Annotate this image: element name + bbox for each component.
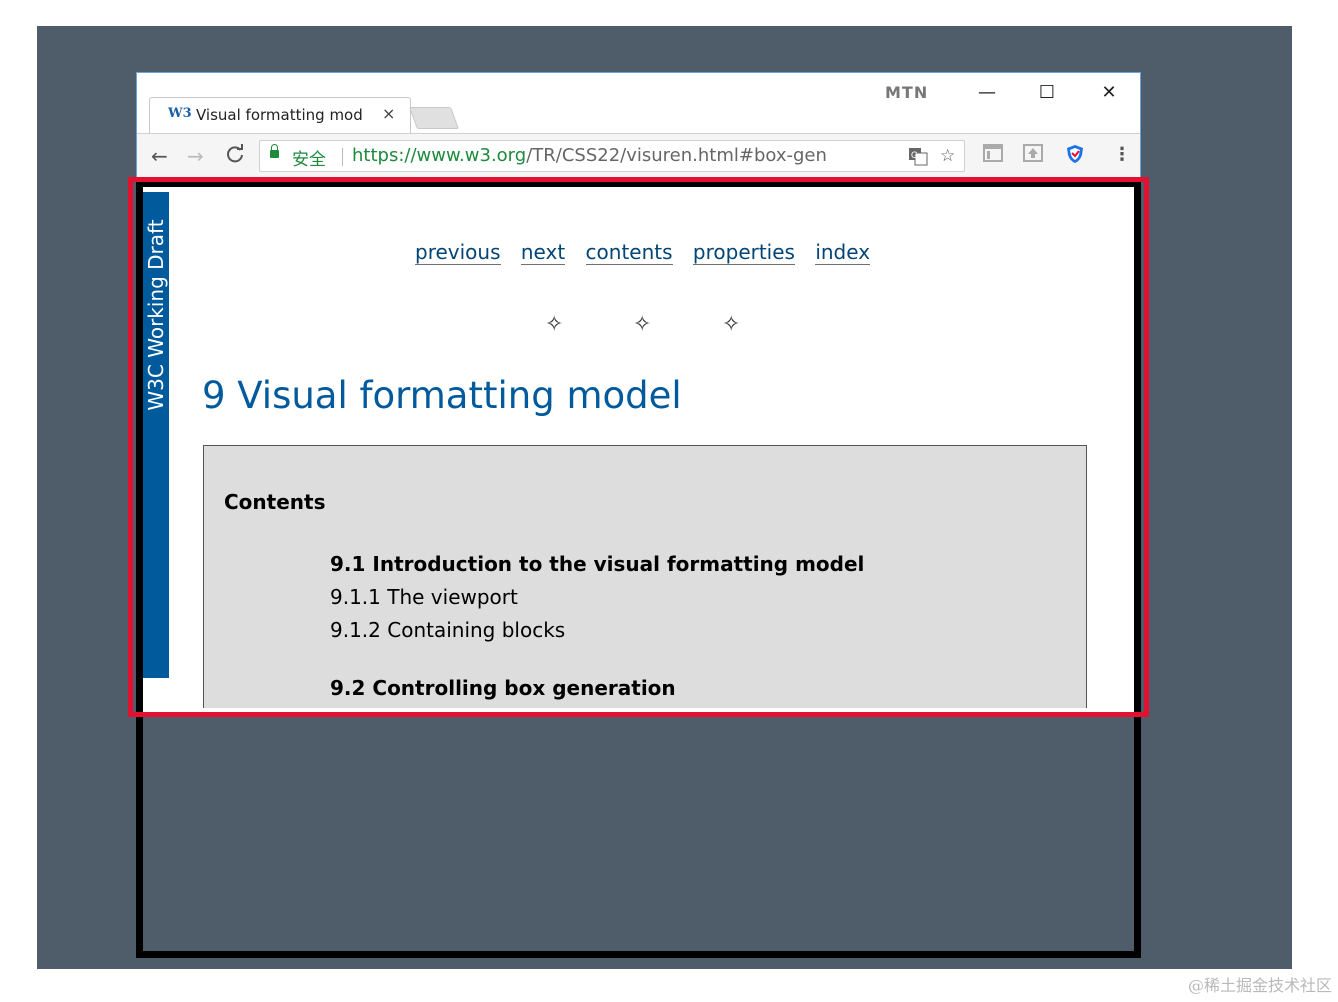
- secure-label: 安全: [292, 150, 326, 170]
- toc-link[interactable]: 9.1.1 The viewport: [330, 585, 518, 609]
- maximize-button[interactable]: ☐: [1027, 79, 1067, 107]
- extension-icon[interactable]: [1023, 144, 1043, 167]
- star-icon[interactable]: ☆: [940, 146, 955, 166]
- tab-title: Visual formatting mod: [196, 106, 363, 124]
- watermark: @稀土掘金技术社区: [1187, 976, 1332, 995]
- svg-text:G: G: [911, 150, 918, 160]
- sparkle-icon: ✧: [545, 312, 564, 337]
- reload-button[interactable]: [225, 144, 245, 169]
- menu-icon[interactable]: ⋮: [1113, 144, 1131, 165]
- forward-button[interactable]: →: [187, 144, 204, 168]
- nav-link-properties[interactable]: properties: [692, 240, 795, 265]
- page-nav: previous next contents properties index: [415, 240, 884, 265]
- new-tab-button[interactable]: [408, 107, 460, 129]
- minimize-button[interactable]: —: [967, 79, 1007, 107]
- page-title: 9 Visual formatting model: [202, 374, 682, 417]
- browser-toolbar: ← → 安全 https://www.w3.org/TR/CSS22/visur…: [137, 133, 1140, 180]
- close-window-button[interactable]: ✕: [1089, 79, 1129, 107]
- toc-link[interactable]: 9.2 Controlling box generation: [330, 676, 676, 700]
- page-viewport: W3C Working Draft previous next contents…: [143, 192, 1120, 708]
- sidebar-label: W3C Working Draft: [144, 219, 168, 411]
- empty-area: [143, 716, 1134, 951]
- shield-icon[interactable]: [1065, 144, 1085, 169]
- address-separator: [342, 148, 343, 166]
- address-bar[interactable]: 安全 https://www.w3.org/TR/CSS22/visuren.h…: [259, 140, 965, 172]
- contents-heading: Contents: [224, 490, 326, 514]
- reader-icon[interactable]: [983, 144, 1003, 167]
- title-bar: W3 Visual formatting mod × MTN — ☐ ✕: [137, 73, 1140, 134]
- profile-badge[interactable]: MTN: [885, 83, 928, 102]
- w3c-status-sidebar: W3C Working Draft: [143, 192, 169, 678]
- nav-link-previous[interactable]: previous: [415, 240, 501, 265]
- nav-link-index[interactable]: index: [815, 240, 871, 265]
- toc-link[interactable]: 9.1.2 Containing blocks: [330, 618, 565, 642]
- browser-tab[interactable]: W3 Visual formatting mod ×: [149, 97, 411, 134]
- w3c-favicon-icon: W3: [168, 106, 192, 121]
- sparkle-icon: ✧: [633, 312, 652, 337]
- lock-icon: [270, 144, 279, 158]
- tab-close-icon[interactable]: ×: [382, 104, 395, 123]
- url-text[interactable]: https://www.w3.org/TR/CSS22/visuren.html…: [352, 145, 827, 166]
- sparkle-icon: ✧: [722, 312, 741, 337]
- toc-link[interactable]: 9.1 Introduction to the visual formattin…: [330, 552, 864, 576]
- contents-box: Contents 9.1 Introduction to the visual …: [203, 445, 1087, 708]
- nav-link-next[interactable]: next: [520, 240, 566, 265]
- back-button[interactable]: ←: [151, 144, 168, 168]
- nav-link-contents[interactable]: contents: [585, 240, 673, 265]
- reload-icon: [227, 144, 243, 163]
- translate-icon[interactable]: G: [908, 146, 928, 171]
